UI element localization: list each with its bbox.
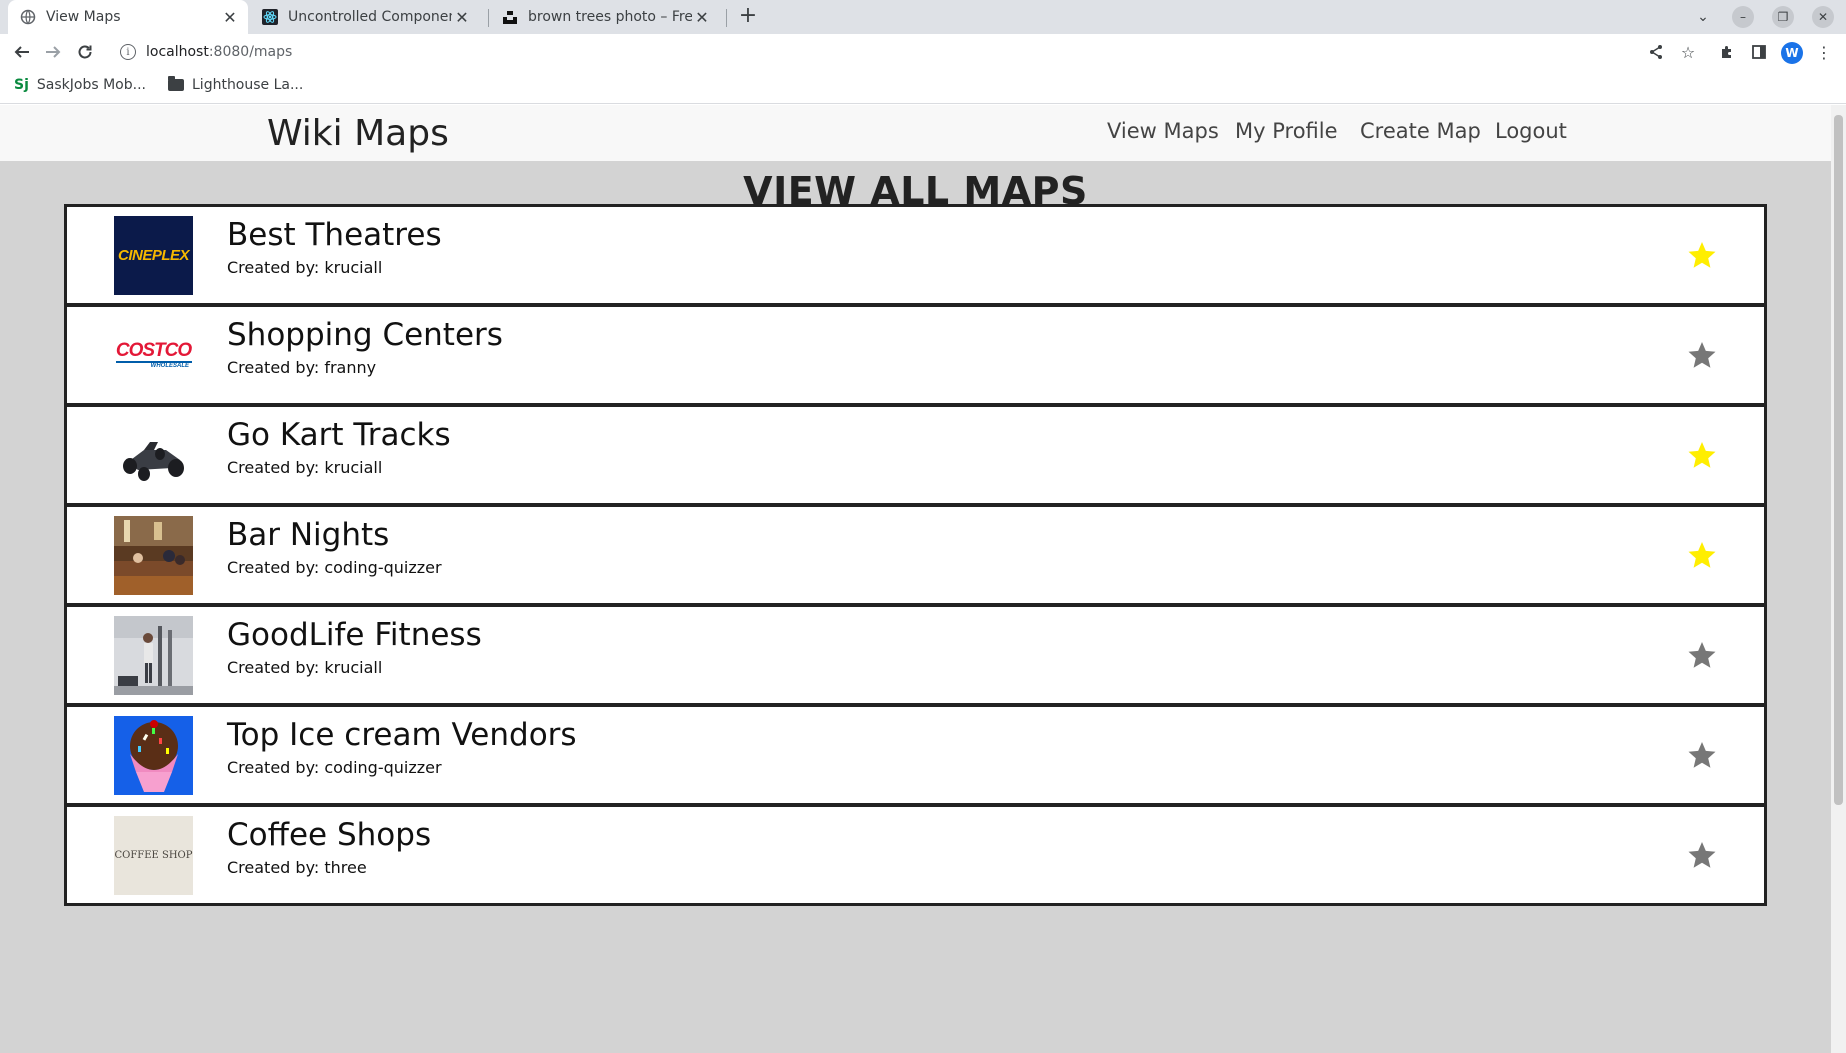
- close-window-icon[interactable]: ✕: [1812, 6, 1834, 28]
- reload-icon[interactable]: [73, 40, 97, 64]
- bookmark-lighthouse[interactable]: Lighthouse La...: [168, 76, 304, 93]
- forward-arrow-icon[interactable]: [41, 40, 65, 64]
- map-title[interactable]: Top Ice cream Vendors: [227, 717, 577, 753]
- restore-icon[interactable]: ❐: [1772, 6, 1794, 28]
- map-card[interactable]: GoodLife Fitness Created by: kruciall: [64, 604, 1767, 706]
- tab-title: Uncontrolled Component: [288, 9, 452, 25]
- favorite-star-icon[interactable]: [1687, 640, 1717, 670]
- tab-search-icon[interactable]: ⌄: [1692, 6, 1714, 28]
- map-thumbnail[interactable]: [114, 516, 193, 595]
- favorite-star-filled-icon[interactable]: [1687, 240, 1717, 270]
- react-icon: [262, 9, 278, 25]
- map-creator: Created by: three: [227, 858, 367, 877]
- map-creator: Created by: coding-quizzer: [227, 758, 442, 777]
- map-creator: Created by: franny: [227, 358, 377, 377]
- tab-divider: [726, 9, 727, 27]
- map-card[interactable]: Top Ice cream Vendors Created by: coding…: [64, 704, 1767, 806]
- folder-icon: [168, 76, 184, 91]
- share-icon[interactable]: [1645, 41, 1667, 63]
- side-panel-icon[interactable]: [1748, 41, 1770, 63]
- favorite-star-icon[interactable]: [1687, 740, 1717, 770]
- favorite-star-icon[interactable]: [1687, 340, 1717, 370]
- tab-view-maps[interactable]: View Maps ✕: [8, 0, 248, 34]
- map-thumbnail[interactable]: [114, 616, 193, 695]
- map-title[interactable]: Go Kart Tracks: [227, 417, 451, 453]
- map-title[interactable]: GoodLife Fitness: [227, 617, 482, 653]
- map-thumbnail[interactable]: CINEPLEX: [114, 216, 193, 295]
- map-card[interactable]: COSTCO WHOLESALE Shopping Centers Create…: [64, 304, 1767, 406]
- close-tab-icon[interactable]: ✕: [452, 7, 472, 27]
- globe-icon: [20, 9, 36, 25]
- saskjobs-icon: Sj: [14, 77, 29, 93]
- bookmark-label: SaskJobs Mob...: [36, 77, 146, 93]
- tab-uncontrolled-component[interactable]: Uncontrolled Component ✕: [250, 0, 480, 34]
- favorite-star-filled-icon[interactable]: [1687, 440, 1717, 470]
- map-thumbnail[interactable]: COSTCO WHOLESALE: [114, 316, 193, 395]
- close-tab-icon[interactable]: ✕: [692, 7, 712, 27]
- site-header: Wiki Maps View Maps My Profile Create Ma…: [0, 105, 1831, 161]
- bookmarks-bar: Sj SaskJobs Mob... Lighthouse La...: [0, 70, 1846, 104]
- site-info-icon[interactable]: i: [120, 44, 136, 60]
- back-arrow-icon[interactable]: [10, 40, 34, 64]
- map-creator: Created by: kruciall: [227, 458, 383, 477]
- new-tab-button[interactable]: +: [736, 5, 760, 29]
- map-title[interactable]: Bar Nights: [227, 517, 389, 553]
- favorite-star-filled-icon[interactable]: [1687, 540, 1717, 570]
- map-title[interactable]: Best Theatres: [227, 217, 442, 253]
- map-card[interactable]: COFFEE SHOP Coffee Shops Created by: thr…: [64, 804, 1767, 906]
- map-title[interactable]: Shopping Centers: [227, 317, 503, 353]
- map-thumbnail[interactable]: COFFEE SHOP: [114, 816, 193, 895]
- map-creator: Created by: coding-quizzer: [227, 558, 442, 577]
- profile-avatar[interactable]: W: [1781, 42, 1803, 64]
- bookmark-saskjobs[interactable]: Sj SaskJobs Mob...: [14, 77, 146, 93]
- map-thumbnail[interactable]: [114, 416, 193, 495]
- browser-toolbar: i localhost:8080/maps ☆ W ⋮: [0, 34, 1846, 70]
- address-bar[interactable]: i localhost:8080/maps: [110, 37, 1670, 67]
- map-creator: Created by: kruciall: [227, 258, 383, 277]
- thumb-text: CINEPLEX: [117, 247, 190, 264]
- site-brand[interactable]: Wiki Maps: [267, 113, 449, 154]
- nav-logout[interactable]: Logout: [1495, 119, 1567, 143]
- page-viewport: Wiki Maps View Maps My Profile Create Ma…: [0, 105, 1846, 1053]
- menu-kebab-icon[interactable]: ⋮: [1813, 41, 1835, 63]
- thumb-text: COSTCO: [115, 339, 192, 361]
- bookmark-label: Lighthouse La...: [192, 77, 304, 93]
- nav-my-profile[interactable]: My Profile: [1235, 119, 1338, 143]
- tab-brown-trees-photo[interactable]: brown trees photo – Free ✕: [490, 0, 720, 34]
- tab-title: brown trees photo – Free: [528, 9, 692, 25]
- close-tab-icon[interactable]: ✕: [220, 7, 240, 27]
- thumb-subtext: WHOLESALE: [150, 362, 189, 369]
- favorite-star-icon[interactable]: [1687, 840, 1717, 870]
- browser-tab-strip: View Maps ✕ Uncontrolled Component ✕ bro…: [0, 0, 1846, 34]
- nav-view-maps[interactable]: View Maps: [1107, 119, 1219, 143]
- map-thumbnail[interactable]: [114, 716, 193, 795]
- tab-divider: [488, 9, 489, 27]
- map-title[interactable]: Coffee Shops: [227, 817, 431, 853]
- bookmark-star-icon[interactable]: ☆: [1677, 41, 1699, 63]
- map-creator: Created by: kruciall: [227, 658, 383, 677]
- extensions-icon[interactable]: [1716, 41, 1738, 63]
- minimize-icon[interactable]: –: [1732, 6, 1754, 28]
- unsplash-icon: [502, 9, 518, 25]
- map-card[interactable]: CINEPLEX Best Theatres Created by: kruci…: [64, 204, 1767, 306]
- scrollbar-thumb[interactable]: [1834, 115, 1843, 805]
- map-card[interactable]: Go Kart Tracks Created by: kruciall: [64, 404, 1767, 506]
- thumb-text: COFFEE SHOP: [114, 849, 193, 861]
- map-card[interactable]: Bar Nights Created by: coding-quizzer: [64, 504, 1767, 606]
- tab-title: View Maps: [46, 9, 121, 25]
- nav-create-map[interactable]: Create Map: [1360, 119, 1481, 143]
- url-path: :8080/maps: [208, 44, 293, 60]
- url-host: localhost: [146, 44, 209, 60]
